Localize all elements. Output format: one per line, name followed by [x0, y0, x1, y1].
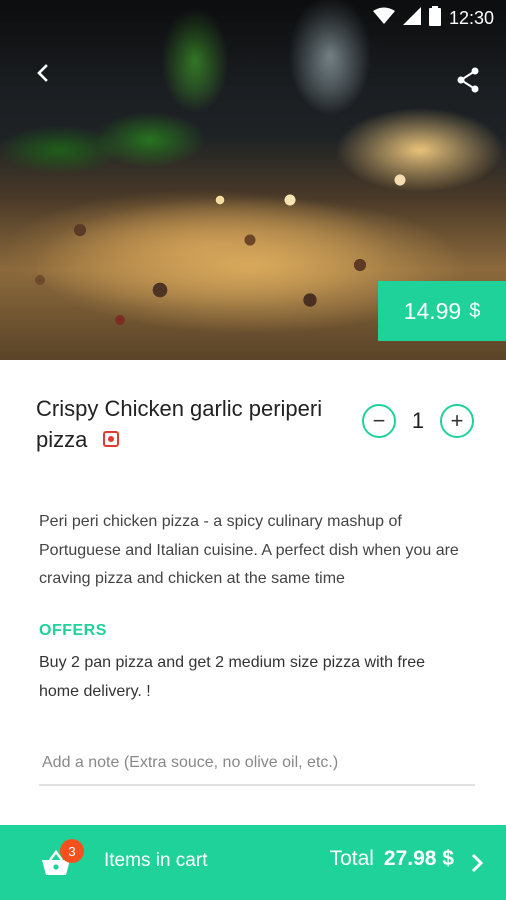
product-title: Crispy Chicken garlic periperi pizza: [36, 393, 346, 455]
share-icon: [457, 67, 479, 93]
arrow-back-icon: [37, 64, 48, 82]
price-currency: $: [469, 299, 481, 322]
battery-icon: [428, 5, 441, 31]
increase-quantity-button[interactable]: +: [440, 404, 474, 438]
product-name: Crispy Chicken garlic periperi pizza: [36, 396, 323, 452]
status-bar: 12:30: [372, 5, 494, 31]
cart-label: Items in cart: [104, 850, 208, 871]
cart-count-badge: 3: [60, 839, 84, 863]
decrease-quantity-button[interactable]: −: [362, 404, 396, 438]
price-badge: 14.99 $: [378, 281, 506, 341]
note-input[interactable]: [39, 742, 475, 786]
status-time: 12:30: [448, 7, 494, 28]
total-amount: 27.98 $: [383, 847, 454, 870]
product-description: Peri peri chicken pizza - a spicy culina…: [39, 513, 459, 587]
share-button[interactable]: [452, 64, 484, 96]
wifi-icon: [372, 7, 395, 30]
quantity-stepper: − 1 +: [362, 402, 474, 440]
product-hero-image: 12:30 14.99 $: [0, 0, 506, 360]
back-button[interactable]: [26, 56, 60, 90]
total-label: Total: [329, 847, 374, 870]
chevron-right-icon: [471, 853, 484, 873]
non-veg-indicator-icon: [103, 431, 120, 448]
quantity-value: 1: [411, 408, 425, 433]
offers-heading: OFFERS: [39, 622, 107, 639]
price-value: 14.99: [403, 297, 462, 324]
cell-signal-icon: [402, 6, 421, 30]
offers-text: Buy 2 pan pizza and get 2 medium size pi…: [39, 654, 425, 700]
cart-bar[interactable]: 3 Items in cart Total 27.98 $: [0, 825, 506, 900]
cart-total: Total 27.98 $: [330, 847, 454, 871]
